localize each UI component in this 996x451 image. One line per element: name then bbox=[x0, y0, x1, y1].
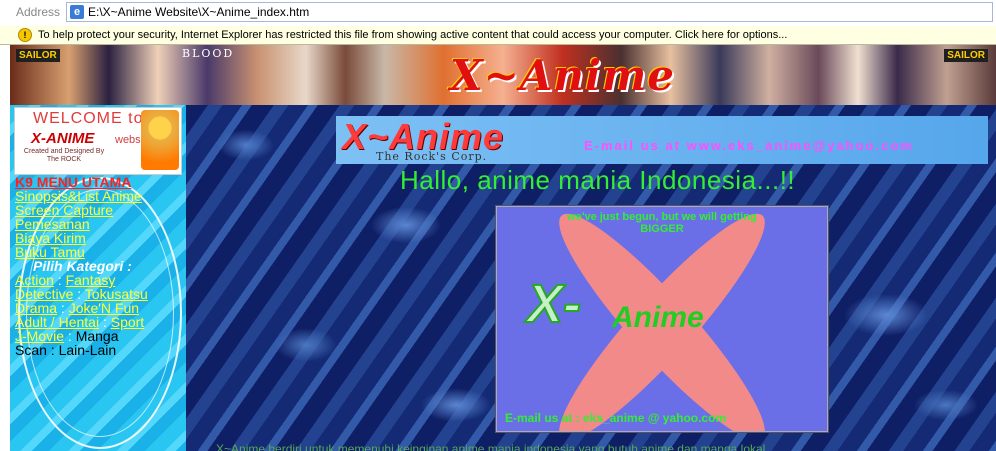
anime-banner: SAILOR BLOOD X~Anime SAILOR bbox=[10, 45, 996, 105]
menu-header[interactable]: K9 MENU UTAMA bbox=[15, 175, 185, 189]
welcome-credit: Created and Designed By The ROCK bbox=[23, 148, 105, 163]
category-lain[interactable]: Lain-Lain bbox=[59, 342, 117, 358]
welcome-logo: X-ANIME bbox=[31, 130, 95, 147]
poster-bottom-email: E-mail us at : eks_anime @ yahoo.com bbox=[505, 411, 727, 425]
security-info-bar[interactable]: ! To help protect your security, Interne… bbox=[0, 26, 996, 45]
sidebar: WELCOME to X-ANIME website Created and D… bbox=[10, 105, 186, 451]
header-email[interactable]: E-mail us at www.eks_anime@yahoo.com bbox=[584, 138, 914, 153]
x-anime-poster: we've just begun, but we will getting BI… bbox=[495, 205, 829, 433]
main-content: X~Anime The Rock's Corp. E-mail us at ww… bbox=[186, 105, 996, 451]
site-header: X~Anime The Rock's Corp. E-mail us at ww… bbox=[336, 116, 988, 164]
address-url[interactable]: E:\X~Anime Website\X~Anime_index.htm bbox=[88, 5, 309, 19]
welcome-line1: WELCOME to bbox=[33, 110, 144, 127]
poster-big-anime: Anime bbox=[612, 301, 704, 334]
poster-top-line1: we've just begun, but we will getting bbox=[567, 211, 757, 223]
header-tagline: The Rock's Corp. bbox=[376, 150, 488, 163]
poster-big-x: X- bbox=[526, 273, 582, 335]
banner-logo-right: SAILOR bbox=[944, 49, 988, 62]
category-scan[interactable]: Scan bbox=[15, 342, 47, 358]
address-label: Address bbox=[16, 5, 61, 19]
shield-warning-icon: ! bbox=[18, 28, 32, 42]
banner-title: X~Anime bbox=[450, 51, 676, 100]
greeting-text: Hallo, anime mania Indonesia...!! bbox=[400, 165, 796, 195]
separator: : bbox=[46, 342, 59, 358]
footer-text: X~Anime berdiri untuk memenuhi keinginan… bbox=[216, 442, 766, 451]
poster-top-text: we've just begun, but we will getting BI… bbox=[497, 211, 827, 235]
banner-logo-left: SAILOR bbox=[16, 49, 60, 62]
welcome-box: WELCOME to X-ANIME website Created and D… bbox=[14, 107, 182, 175]
main-menu: K9 MENU UTAMA Sinopsis&List Anime Screen… bbox=[15, 175, 185, 357]
category-title: Pilih Kategori : bbox=[33, 258, 132, 274]
address-bar: Address e E:\X~Anime Website\X~Anime_ind… bbox=[0, 0, 996, 24]
poster-top-line2: BIGGER bbox=[640, 223, 684, 235]
address-input[interactable]: e E:\X~Anime Website\X~Anime_index.htm bbox=[66, 2, 993, 22]
banner-logo-mid: BLOOD bbox=[182, 47, 235, 60]
naruto-image bbox=[141, 110, 179, 170]
info-bar-message[interactable]: To help protect your security, Internet … bbox=[38, 29, 787, 41]
ie-page-icon: e bbox=[70, 5, 84, 19]
